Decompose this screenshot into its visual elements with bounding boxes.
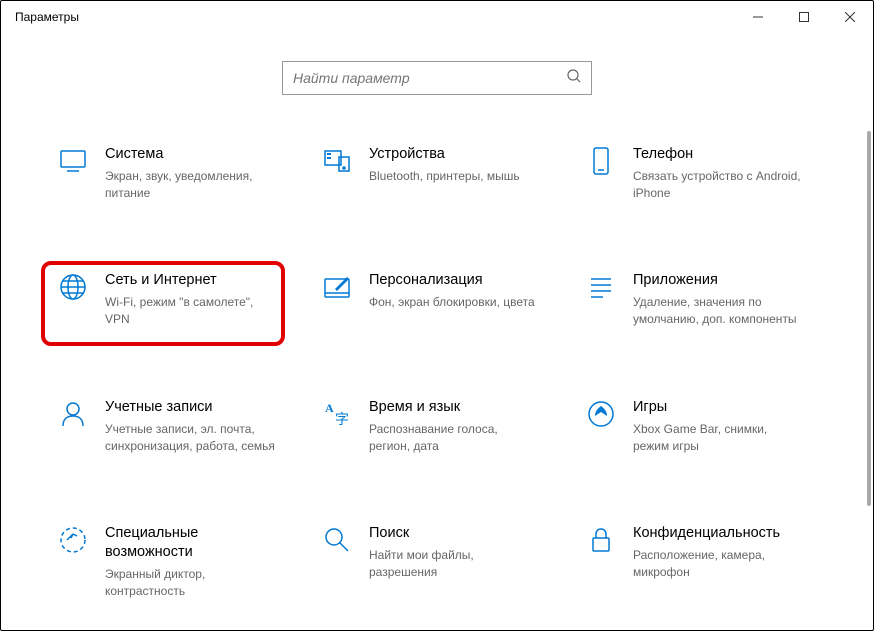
category-title: Специальные возможности <box>105 524 275 562</box>
category-gaming[interactable]: Игры Xbox Game Bar, снимки, режим игры <box>579 398 823 454</box>
category-title: Система <box>105 145 275 164</box>
category-desc: Удаление, значения по умолчанию, доп. ко… <box>633 294 803 328</box>
scrollbar[interactable] <box>867 131 871 506</box>
category-desc: Расположение, камера, микрофон <box>633 547 803 581</box>
category-privacy[interactable]: Конфиденциальность Расположение, камера,… <box>579 524 823 599</box>
search-cat-icon <box>315 524 359 568</box>
privacy-icon <box>579 524 623 568</box>
close-button[interactable] <box>827 1 873 33</box>
category-desc: Связать устройство с Android, iPhone <box>633 168 803 202</box>
category-title: Устройства <box>369 145 520 164</box>
category-desc: Учетные записи, эл. почта, синхронизация… <box>105 421 275 455</box>
category-desc: Распознавание голоса, регион, дата <box>369 421 539 455</box>
search-box[interactable] <box>282 61 592 95</box>
category-desc: Фон, экран блокировки, цвета <box>369 294 535 311</box>
search-input[interactable] <box>293 70 567 86</box>
settings-grid: Система Экран, звук, уведомления, питани… <box>1 105 873 600</box>
category-title: Персонализация <box>369 271 535 290</box>
search-container <box>1 33 873 105</box>
search-icon <box>567 69 581 88</box>
time-language-icon: A字 <box>315 398 359 442</box>
gaming-icon <box>579 398 623 442</box>
phone-icon <box>579 145 623 189</box>
category-title: Телефон <box>633 145 803 164</box>
category-desc: Xbox Game Bar, снимки, режим игры <box>633 421 803 455</box>
apps-icon <box>579 271 623 315</box>
system-icon <box>51 145 95 189</box>
accessibility-icon <box>51 524 95 568</box>
category-phone[interactable]: Телефон Связать устройство с Android, iP… <box>579 145 823 201</box>
personalization-icon <box>315 271 359 315</box>
category-accounts[interactable]: Учетные записи Учетные записи, эл. почта… <box>51 398 295 454</box>
category-desc: Экранный диктор, контрастность <box>105 566 275 600</box>
close-icon <box>845 12 855 22</box>
category-desc: Wi-Fi, режим "в самолете", VPN <box>105 294 275 328</box>
category-devices[interactable]: Устройства Bluetooth, принтеры, мышь <box>315 145 559 201</box>
maximize-button[interactable] <box>781 1 827 33</box>
category-title: Учетные записи <box>105 398 275 417</box>
category-system[interactable]: Система Экран, звук, уведомления, питани… <box>51 145 295 201</box>
accounts-icon <box>51 398 95 442</box>
category-title: Время и язык <box>369 398 539 417</box>
category-title: Сеть и Интернет <box>105 271 275 290</box>
svg-text:A: A <box>325 401 334 415</box>
category-desc: Найти мои файлы, разрешения <box>369 547 539 581</box>
category-title: Приложения <box>633 271 803 290</box>
category-title: Поиск <box>369 524 539 543</box>
minimize-button[interactable] <box>735 1 781 33</box>
category-personalization[interactable]: Персонализация Фон, экран блокировки, цв… <box>315 271 559 327</box>
category-title: Конфиденциальность <box>633 524 803 543</box>
category-accessibility[interactable]: Специальные возможности Экранный диктор,… <box>51 524 295 599</box>
minimize-icon <box>753 12 763 22</box>
category-network[interactable]: Сеть и Интернет Wi-Fi, режим "в самолете… <box>51 271 295 327</box>
category-desc: Bluetooth, принтеры, мышь <box>369 168 520 185</box>
category-time-language[interactable]: A字 Время и язык Распознавание голоса, ре… <box>315 398 559 454</box>
category-search[interactable]: Поиск Найти мои файлы, разрешения <box>315 524 559 599</box>
category-title: Игры <box>633 398 803 417</box>
window-title: Параметры <box>15 10 79 24</box>
category-desc: Экран, звук, уведомления, питание <box>105 168 275 202</box>
category-apps[interactable]: Приложения Удаление, значения по умолчан… <box>579 271 823 327</box>
svg-text:字: 字 <box>335 412 349 428</box>
network-icon <box>51 271 95 315</box>
window-controls <box>735 1 873 33</box>
maximize-icon <box>799 12 809 22</box>
devices-icon <box>315 145 359 189</box>
